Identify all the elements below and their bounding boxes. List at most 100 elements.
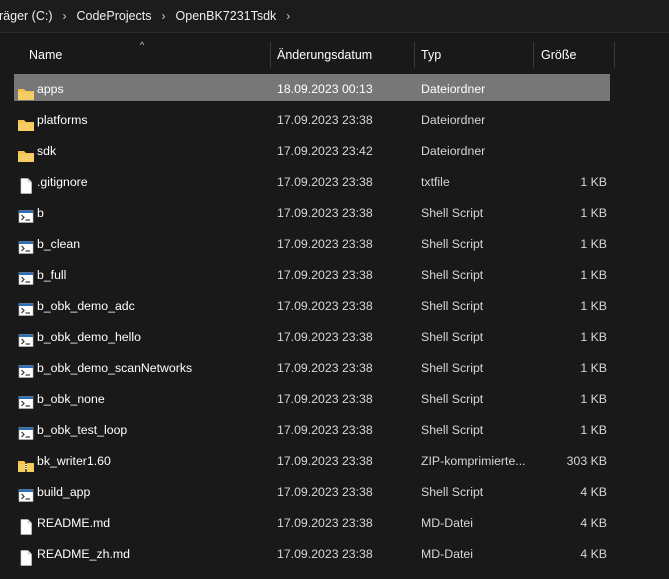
breadcrumb-current-folder[interactable]: OpenBK7231Tsdk [170, 9, 283, 23]
file-type: Shell Script [421, 268, 484, 282]
file-row-apps[interactable]: apps 18.09.2023 00:13 Dateiordner [14, 74, 610, 101]
file-date: 17.09.2023 23:42 [277, 144, 373, 158]
file-size: 4 KB [580, 485, 607, 499]
shell-script-icon [17, 423, 35, 440]
file-name: b_clean [37, 237, 81, 251]
file-size: 1 KB [580, 330, 607, 344]
file-size: 1 KB [580, 206, 607, 220]
file-size: 1 KB [580, 361, 607, 375]
file-date: 18.09.2023 00:13 [277, 82, 373, 96]
file-name: .gitignore [37, 175, 88, 189]
file-name: b_obk_none [37, 392, 105, 406]
breadcrumb-codeprojects[interactable]: CodeProjects [70, 9, 157, 23]
breadcrumb-drive[interactable]: räger (C:) [0, 9, 58, 23]
column-header-name[interactable]: Name [29, 42, 62, 68]
file-size: 1 KB [580, 268, 607, 282]
file-type: Shell Script [421, 330, 484, 344]
shell-script-icon [17, 206, 35, 223]
file-size: 1 KB [580, 392, 607, 406]
file-name: README_zh.md [37, 547, 130, 561]
file-type: Dateiordner [421, 82, 486, 96]
file-date: 17.09.2023 23:38 [277, 392, 373, 406]
column-header-size[interactable]: Größe [541, 42, 576, 68]
folder-icon [17, 113, 35, 131]
folder-icon [17, 82, 35, 100]
column-divider[interactable] [533, 42, 534, 68]
file-type: txtfile [421, 175, 450, 189]
file-row-b-obk-none[interactable]: b_obk_none 17.09.2023 23:38 Shell Script 1 … [14, 384, 610, 411]
file-date: 17.09.2023 23:38 [277, 547, 373, 561]
file-size: 1 KB [580, 299, 607, 313]
file-row-platforms[interactable]: platforms 17.09.2023 23:38 Dateiordner [14, 105, 610, 132]
file-type: MD-Datei [421, 516, 473, 530]
file-date: 17.09.2023 23:38 [277, 361, 373, 375]
file-name: b_obk_demo_scanNetworks [37, 361, 193, 375]
file-row-b-obk-test-loop[interactable]: b_obk_test_loop 17.09.2023 23:38 Shell Scr… [14, 415, 610, 442]
file-row-b-obk-demo-adc[interactable]: b_obk_demo_adc 17.09.2023 23:38 Shell Scri… [14, 291, 610, 318]
shell-script-icon [17, 485, 35, 502]
file-size: 4 KB [580, 547, 607, 561]
file-row-b-clean[interactable]: b_clean 17.09.2023 23:38 Shell Script 1 KB [14, 229, 610, 256]
file-icon [17, 547, 35, 566]
file-row-sdk[interactable]: sdk 17.09.2023 23:42 Dateiordner [14, 136, 610, 163]
file-size: 1 KB [580, 237, 607, 251]
file-name: build_app [37, 485, 91, 499]
column-header-date[interactable]: Änderungsdatum [277, 42, 372, 68]
file-type: ZIP-komprimierte... [421, 454, 526, 468]
file-type: Shell Script [421, 299, 484, 313]
file-date: 17.09.2023 23:38 [277, 423, 373, 437]
file-name: apps [37, 82, 64, 96]
file-date: 17.09.2023 23:38 [277, 237, 373, 251]
column-header-type[interactable]: Typ [421, 42, 441, 68]
file-type: Shell Script [421, 392, 484, 406]
shell-script-icon [17, 237, 35, 254]
breadcrumb: räger (C:) › CodeProjects › OpenBK7231Ts… [0, 0, 669, 33]
zip-folder-icon [17, 454, 35, 472]
file-date: 17.09.2023 23:38 [277, 113, 373, 127]
chevron-right-icon[interactable]: › [58, 9, 70, 23]
file-row-readme-zh-md[interactable]: README_zh.md 17.09.2023 23:38 MD-Datei 4 KB [14, 539, 610, 566]
file-icon [17, 175, 35, 194]
file-date: 17.09.2023 23:38 [277, 299, 373, 313]
file-row-build-app[interactable]: build_app 17.09.2023 23:38 Shell Script 4 K… [14, 477, 610, 504]
file-row-gitignore[interactable]: .gitignore 17.09.2023 23:38 txtfile 1 KB [14, 167, 610, 194]
sort-ascending-icon: ^ [140, 40, 145, 50]
file-type: Shell Script [421, 361, 484, 375]
file-type: Shell Script [421, 423, 484, 437]
file-row-bk-writer1-60[interactable]: bk_writer1.60 17.09.2023 23:38 ZIP-komprim… [14, 446, 610, 473]
chevron-right-icon[interactable]: › [282, 9, 294, 23]
file-row-b-obk-demo-hello[interactable]: b_obk_demo_hello 17.09.2023 23:38 Shell Sc… [14, 322, 610, 349]
file-date: 17.09.2023 23:38 [277, 268, 373, 282]
chevron-right-icon[interactable]: › [158, 9, 170, 23]
file-date: 17.09.2023 23:38 [277, 330, 373, 344]
file-date: 17.09.2023 23:38 [277, 175, 373, 189]
file-row-readme-md[interactable]: README.md 17.09.2023 23:38 MD-Datei 4 KB [14, 508, 610, 535]
file-name: platforms [37, 113, 88, 127]
file-type: MD-Datei [421, 547, 473, 561]
file-row-b-full[interactable]: b_full 17.09.2023 23:38 Shell Script 1 KB [14, 260, 610, 287]
column-divider[interactable] [614, 42, 615, 68]
folder-icon [17, 144, 35, 162]
file-name: README.md [37, 516, 111, 530]
file-size: 1 KB [580, 175, 607, 189]
file-icon [17, 516, 35, 535]
file-type: Shell Script [421, 485, 484, 499]
file-date: 17.09.2023 23:38 [277, 516, 373, 530]
column-header: ^ Name Änderungsdatum Typ Größe [0, 40, 669, 68]
file-date: 17.09.2023 23:38 [277, 485, 373, 499]
file-row-b-obk-demo-scannetworks[interactable]: b_obk_demo_scanNetworks 17.09.2023 23:38 S… [14, 353, 610, 380]
column-divider[interactable] [270, 42, 271, 68]
file-type: Shell Script [421, 206, 484, 220]
file-size: 303 KB [566, 454, 607, 468]
shell-script-icon [17, 299, 35, 316]
file-date: 17.09.2023 23:38 [277, 454, 373, 468]
column-divider[interactable] [414, 42, 415, 68]
file-name: sdk [37, 144, 57, 158]
file-type: Dateiordner [421, 144, 486, 158]
file-size: 1 KB [580, 423, 607, 437]
file-name: b [37, 206, 44, 220]
file-name: b_obk_demo_hello [37, 330, 141, 344]
file-row-b[interactable]: b 17.09.2023 23:38 Shell Script 1 KB [14, 198, 610, 225]
file-name: bk_writer1.60 [37, 454, 111, 468]
shell-script-icon [17, 361, 35, 378]
